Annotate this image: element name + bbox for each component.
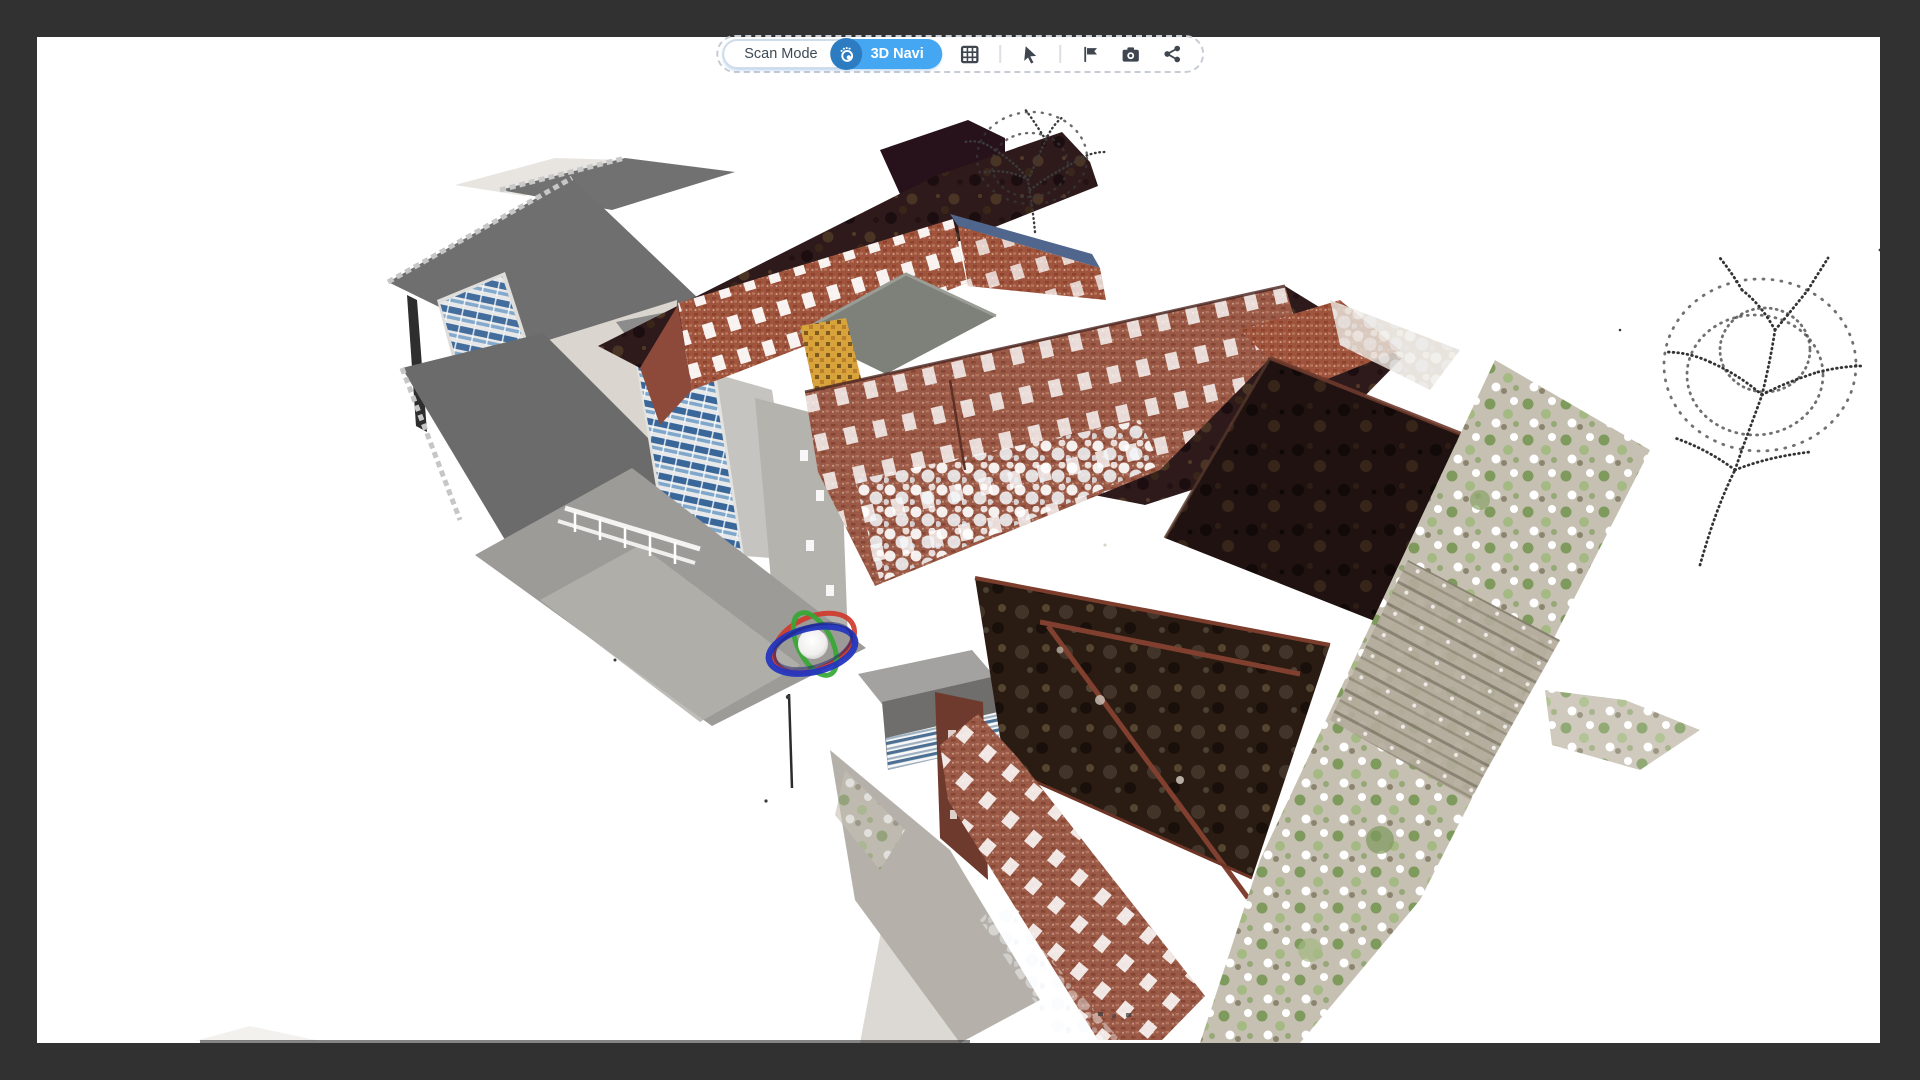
3d-navi-button[interactable]: 3D Navi <box>833 39 942 69</box>
toolbar-separator <box>1059 45 1061 63</box>
gizmo-sphere <box>798 629 828 659</box>
cursor-icon[interactable] <box>1018 42 1042 66</box>
toolbar-separator <box>999 45 1001 63</box>
camera-icon[interactable] <box>1119 42 1143 66</box>
canvas-bottom-line <box>200 1040 970 1043</box>
orbit-hand-icon <box>831 38 863 70</box>
navi-label: 3D Navi <box>871 46 924 62</box>
toolbar: Scan Mode 3D Navi <box>716 35 1204 73</box>
tree-east <box>1664 258 1862 565</box>
share-icon[interactable] <box>1160 42 1184 66</box>
mode-toggle[interactable]: Scan Mode 3D Navi <box>722 39 942 69</box>
toolbar-icon-group <box>958 42 1184 66</box>
grid-icon[interactable] <box>958 42 982 66</box>
flag-icon[interactable] <box>1078 42 1102 66</box>
viewport-3d-scene[interactable] <box>37 37 1880 1043</box>
ground-fragment <box>195 1026 320 1041</box>
scan-mode-button[interactable]: Scan Mode <box>724 46 832 62</box>
viewport-canvas[interactable] <box>37 37 1880 1043</box>
